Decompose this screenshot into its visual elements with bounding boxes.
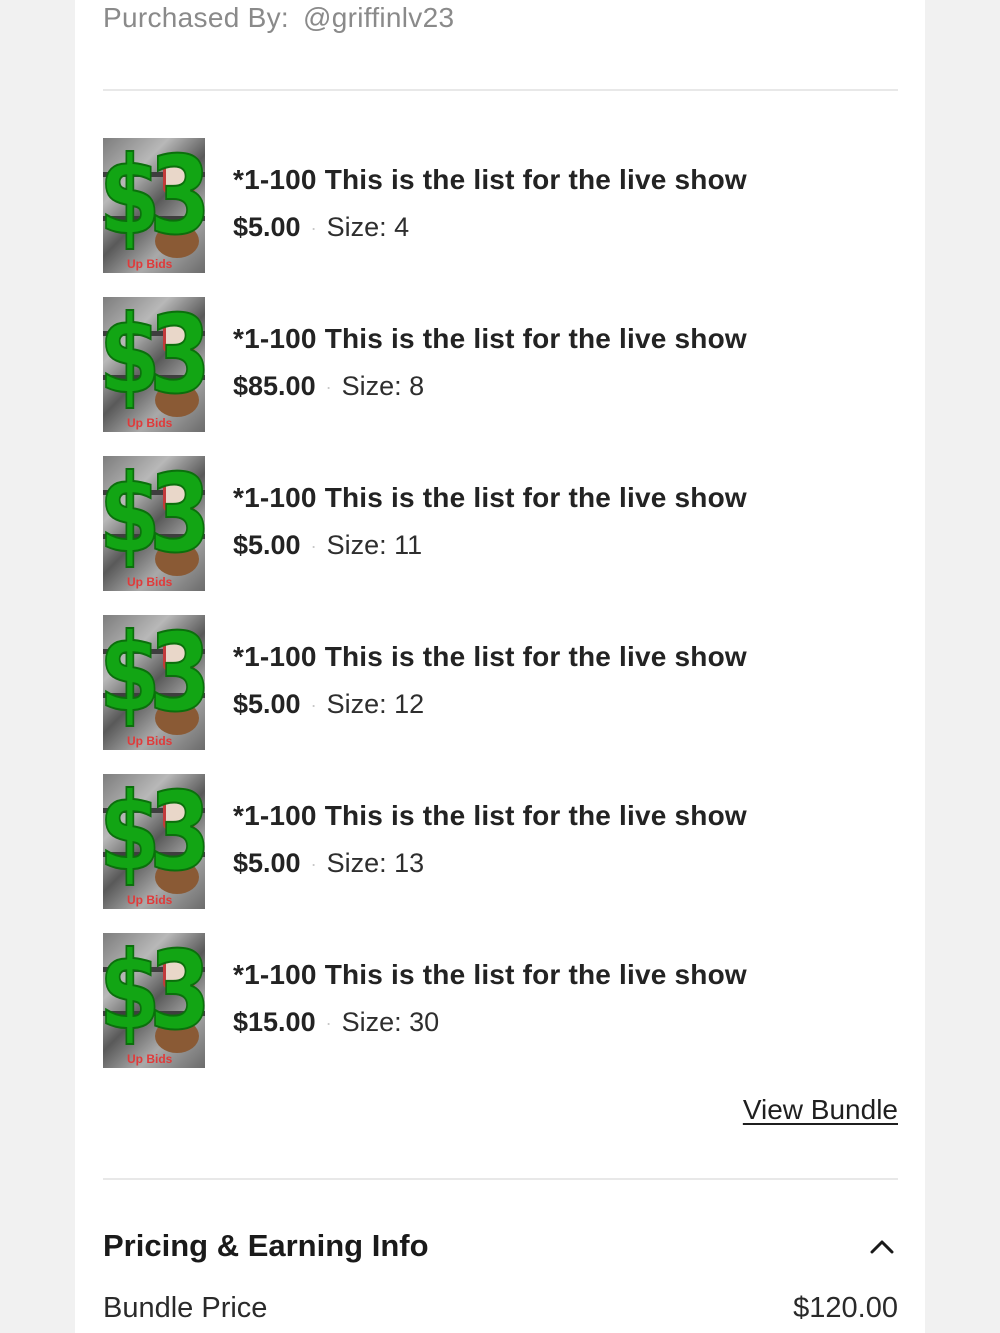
item-meta: $5.00 · Size: 4 — [233, 212, 409, 243]
item-thumbnail[interactable]: $3 Up Bids — [103, 138, 205, 273]
item-title: *1-100 This is the list for the live sho… — [233, 482, 747, 513]
item-meta: $5.00 · Size: 13 — [233, 848, 424, 879]
item-title: *1-100 This is the list for the live sho… — [233, 164, 747, 195]
list-item[interactable]: $3 Up Bids *1-100 This is the list for t… — [103, 138, 898, 273]
buyer-handle-link[interactable]: @griffinlv23 — [303, 2, 454, 33]
thumbnail-overlay-text: $3 — [103, 774, 205, 896]
item-price: $15.00 — [233, 1007, 316, 1037]
meta-separator: · — [325, 1013, 332, 1034]
item-size: Size: 4 — [326, 212, 410, 242]
bundle-price-label: Bundle Price — [103, 1292, 268, 1324]
item-price: $5.00 — [233, 212, 301, 242]
list-item[interactable]: $3 Up Bids *1-100 This is the list for t… — [103, 774, 898, 909]
thumbnail-tag: Up Bids — [127, 257, 173, 271]
chevron-up-icon[interactable] — [869, 1234, 895, 1260]
item-meta: $5.00 · Size: 11 — [233, 530, 422, 561]
meta-separator: · — [310, 536, 317, 557]
thumbnail-tag: Up Bids — [127, 575, 173, 589]
item-price: $5.00 — [233, 689, 301, 719]
item-thumbnail[interactable]: $3 Up Bids — [103, 297, 205, 432]
item-title: *1-100 This is the list for the live sho… — [233, 800, 747, 831]
list-item[interactable]: $3 Up Bids *1-100 This is the list for t… — [103, 456, 898, 591]
thumbnail-tag: Up Bids — [127, 893, 173, 907]
order-detail-page: Purchased By: @griffinlv23 $3 Up Bids *1-… — [75, 0, 925, 1333]
view-bundle-link[interactable]: View Bundle — [743, 1094, 898, 1126]
item-title: *1-100 This is the list for the live sho… — [233, 641, 747, 672]
item-size: Size: 30 — [341, 1007, 440, 1037]
item-size: Size: 8 — [341, 371, 425, 401]
thumbnail-overlay-text: $3 — [103, 456, 205, 578]
item-size: Size: 13 — [326, 848, 425, 878]
item-meta: $85.00 · Size: 8 — [233, 371, 424, 402]
list-item[interactable]: $3 Up Bids *1-100 This is the list for t… — [103, 933, 898, 1068]
item-size: Size: 11 — [326, 530, 423, 560]
thumbnail-overlay-text: $3 — [103, 138, 205, 260]
thumbnail-overlay-text: $3 — [103, 297, 205, 419]
item-thumbnail[interactable]: $3 Up Bids — [103, 774, 205, 909]
thumbnail-overlay-text: $3 — [103, 933, 205, 1055]
item-title: *1-100 This is the list for the live sho… — [233, 959, 747, 990]
meta-separator: · — [310, 854, 317, 875]
pricing-section-title: Pricing & Earning Info — [103, 1228, 429, 1263]
meta-separator: · — [310, 218, 317, 239]
purchased-by-label: Purchased By: — [103, 2, 289, 33]
meta-separator: · — [310, 695, 317, 716]
bundle-price-value: $120.00 — [793, 1292, 898, 1324]
list-item[interactable]: $3 Up Bids *1-100 This is the list for t… — [103, 615, 898, 750]
item-thumbnail[interactable]: $3 Up Bids — [103, 456, 205, 591]
thumbnail-overlay-text: $3 — [103, 615, 205, 737]
divider — [103, 89, 898, 91]
item-size: Size: 12 — [326, 689, 425, 719]
purchased-by: Purchased By: @griffinlv23 — [103, 2, 454, 34]
item-price: $5.00 — [233, 848, 301, 878]
thumbnail-tag: Up Bids — [127, 416, 173, 430]
item-meta: $5.00 · Size: 12 — [233, 689, 424, 720]
item-thumbnail[interactable]: $3 Up Bids — [103, 615, 205, 750]
thumbnail-tag: Up Bids — [127, 1052, 173, 1066]
item-price: $85.00 — [233, 371, 316, 401]
divider — [103, 1178, 898, 1180]
item-price: $5.00 — [233, 530, 301, 560]
meta-separator: · — [325, 377, 332, 398]
bundle-item-list: $3 Up Bids *1-100 This is the list for t… — [103, 138, 898, 1092]
item-meta: $15.00 · Size: 30 — [233, 1007, 439, 1038]
item-title: *1-100 This is the list for the live sho… — [233, 323, 747, 354]
item-thumbnail[interactable]: $3 Up Bids — [103, 933, 205, 1068]
list-item[interactable]: $3 Up Bids *1-100 This is the list for t… — [103, 297, 898, 432]
thumbnail-tag: Up Bids — [127, 734, 173, 748]
